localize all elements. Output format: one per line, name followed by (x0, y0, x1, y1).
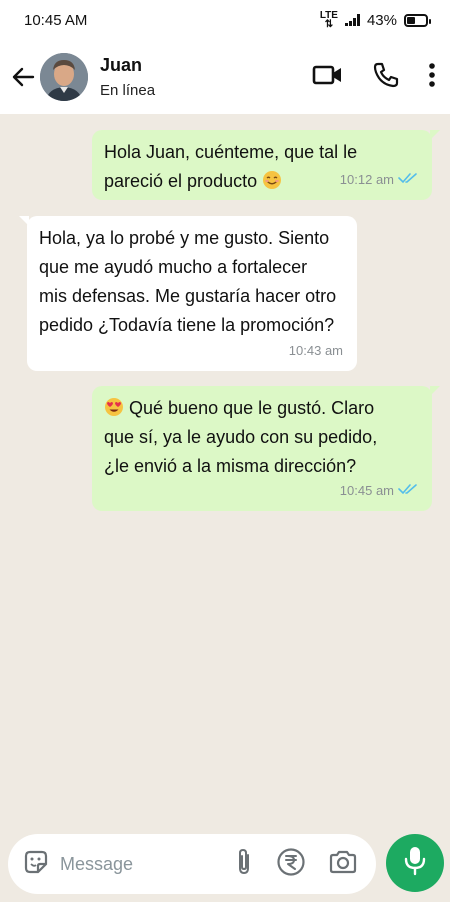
sticker-icon[interactable] (22, 848, 50, 881)
message-input[interactable]: Message (60, 854, 234, 875)
video-call-icon[interactable] (312, 63, 344, 92)
contact-status: En línea (100, 82, 156, 99)
message-line: Hola Juan, cuénteme, que tal le (104, 142, 358, 162)
microphone-icon (403, 845, 427, 882)
message-outgoing[interactable]: Hola Juan, cuénteme, que tal le pareció … (92, 130, 440, 200)
message-line: Hola, ya lo probé y me gusto. Siento (39, 228, 330, 248)
camera-icon[interactable] (328, 849, 358, 880)
message-outgoing[interactable]: Qué bueno que le gustó. Claro que sí, ya… (92, 386, 440, 511)
message-line: mis defensas. Me gustaría hacer otro (39, 286, 337, 306)
message-line: que sí, ya le ayudo con su pedido, (104, 427, 378, 447)
more-options-icon[interactable] (428, 62, 436, 93)
lte-icon: LTE ⇅ (320, 11, 338, 30)
message-time: 10:43 am (288, 343, 343, 358)
message-composer: Message (8, 834, 376, 894)
header-actions (312, 40, 436, 114)
smiling-face-icon (262, 170, 282, 190)
message-line: que me ayudó mucho a fortalecer (39, 257, 308, 277)
battery-percent: 43% (366, 11, 397, 29)
status-time: 10:45 AM (24, 11, 88, 29)
message-time: 10:12 am (340, 165, 418, 194)
contact-name: Juan (100, 55, 143, 75)
avatar[interactable] (40, 53, 88, 101)
payment-rupee-icon[interactable] (276, 847, 306, 882)
mic-button[interactable] (386, 834, 444, 892)
status-icons: LTE ⇅ 43% (320, 11, 431, 30)
signal-icon (344, 14, 360, 26)
composer-tools (234, 847, 376, 882)
attach-icon[interactable] (234, 847, 254, 882)
battery-icon (404, 13, 431, 27)
phone-call-icon[interactable] (372, 61, 400, 94)
contact-info[interactable]: Juan En línea (100, 55, 155, 99)
message-time: 10:45 am (340, 476, 418, 505)
chat-header: Juan En línea (0, 40, 450, 114)
message-incoming[interactable]: Hola, ya lo probé y me gusto. Siento que… (19, 216, 357, 371)
read-ticks-icon (398, 476, 418, 505)
heart-eyes-icon (104, 397, 124, 417)
read-ticks-icon (398, 165, 418, 194)
back-arrow-icon[interactable] (10, 64, 36, 90)
message-line-with-emoji: Qué bueno que le gustó. Claro (104, 394, 420, 423)
data-arrows-icon: ⇅ (324, 19, 334, 30)
status-bar: 10:45 AM LTE ⇅ 43% (0, 0, 450, 40)
